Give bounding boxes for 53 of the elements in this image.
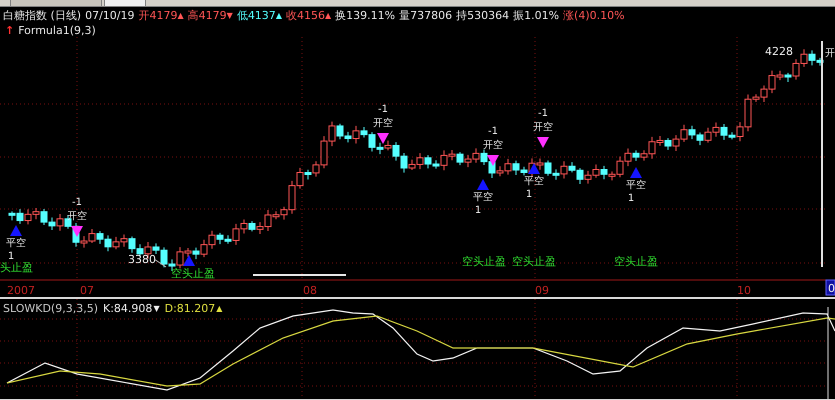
stop-label: 空头止盈 <box>614 255 658 268</box>
trend-arrow: ▲ <box>216 304 222 313</box>
stop-label: 空头止盈 <box>171 267 215 280</box>
quote-field: 量737806 <box>399 8 452 22</box>
price-label: 4228 <box>765 45 793 58</box>
quote-field: 高4179 <box>188 8 227 22</box>
quote-field: 开4179 <box>138 8 178 22</box>
trend-arrow: ▲ <box>324 10 332 20</box>
axis-label: 10 <box>737 284 751 297</box>
date-label: 07/10/19 <box>85 8 134 22</box>
quote-field: 持530364 <box>456 8 510 22</box>
signal-count: 1 <box>8 251 14 262</box>
signal-label: 开空 <box>373 118 393 129</box>
quote-field: 低4137 <box>236 8 276 22</box>
axis-label: 07 <box>80 284 94 297</box>
formula-label: Formula1(9,3) <box>18 24 96 36</box>
signal-count: 1 <box>526 189 532 200</box>
trend-arrow: ▲ <box>178 10 184 20</box>
quote-field: 涨(4)0.10% <box>563 8 625 22</box>
signal-label: 平空 <box>524 176 544 187</box>
signal-label: 开空 <box>67 211 87 222</box>
signal-count: -1 <box>488 126 498 137</box>
trend-arrow: ▼ <box>226 10 233 20</box>
stop-label: 空头止盈 <box>462 255 506 268</box>
signal-label: 开空 <box>533 122 553 133</box>
axis-label: 2007 <box>7 284 35 297</box>
leader-line <box>154 258 166 268</box>
price-label: 3380 <box>128 253 156 266</box>
signal-label: 平空 <box>473 192 493 203</box>
indicator-value: K:84.908 <box>103 302 152 315</box>
cursor-value-tag: 0 <box>826 280 835 296</box>
signal-count: 1 <box>474 205 482 216</box>
signal-count: -1 <box>378 104 388 115</box>
quote-field: 收4156 <box>286 8 325 22</box>
indicator-name: SLOWKD(9,3,3,5) <box>3 302 98 315</box>
signal-label: 开空 <box>483 140 503 151</box>
signal-label: 平空 <box>626 180 646 191</box>
signal-count: 1 <box>628 193 634 204</box>
signal-label: 平空 <box>6 238 26 249</box>
trend-arrow: ▼ <box>153 304 160 313</box>
quote-field: 换139.11% <box>335 8 396 22</box>
trend-arrow: ↑ <box>5 24 14 36</box>
axis-label: 08 <box>303 284 317 297</box>
signal-count: -1 <box>538 108 548 119</box>
chart-title: 白糖指数 (日线) <box>3 8 82 22</box>
stop-label: 空头止盈 <box>512 255 556 268</box>
edge-label: 开 <box>825 48 835 59</box>
indicator-value: D:81.207 <box>164 302 216 315</box>
quote-field: 振1.01% <box>513 8 560 22</box>
stop-label: 头止盈 <box>0 261 33 274</box>
axis-label: 09 <box>535 284 549 297</box>
trend-arrow: ▲ <box>276 10 282 20</box>
signal-count: -1 <box>72 197 82 208</box>
